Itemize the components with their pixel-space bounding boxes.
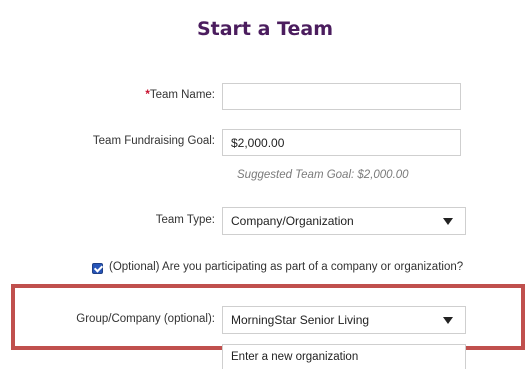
team-type-selected: Company/Organization [231, 214, 354, 228]
highlight-box [11, 284, 525, 350]
team-name-input[interactable] [222, 83, 461, 110]
dropdown-option-new-organization[interactable]: Enter a new organization [222, 344, 466, 369]
company-checkbox-label: (Optional) Are you participating as part… [109, 261, 464, 273]
fundraising-goal-label: Team Fundraising Goal: [92, 135, 215, 147]
page-title: Start a Team [196, 18, 334, 40]
team-type-label: Team Type: [155, 214, 215, 226]
team-type-select[interactable]: Company/Organization [222, 207, 466, 235]
team-name-label-text: Team Name: [149, 89, 215, 101]
suggested-goal-hint: Suggested Team Goal: $2,000.00 [237, 169, 409, 181]
team-name-label: *Team Name: [145, 89, 215, 101]
fundraising-goal-input[interactable] [222, 129, 461, 156]
company-checkbox[interactable] [92, 263, 103, 274]
chevron-down-icon [443, 218, 453, 225]
